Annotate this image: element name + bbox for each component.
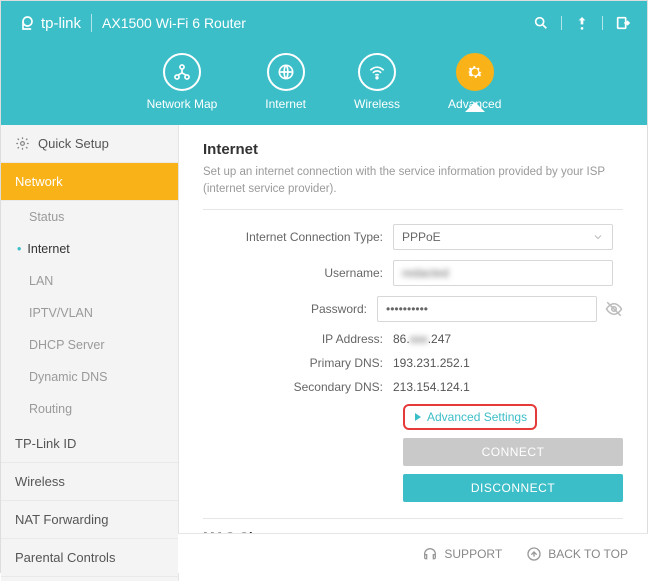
button-label: DISCONNECT — [471, 481, 555, 495]
label-username: Username: — [203, 266, 393, 280]
nav-tabs: Network Map Internet Wireless Advanced — [1, 45, 647, 125]
topbar: tp-link AX1500 Wi-Fi 6 Router — [1, 1, 647, 45]
label-primary-dns: Primary DNS: — [203, 356, 393, 370]
sidebar-item-label: TP-Link ID — [15, 436, 76, 451]
sidebar-subitem-status[interactable]: Status — [1, 201, 178, 233]
brand: tp-link — [17, 14, 81, 32]
label-connection-type: Internet Connection Type: — [203, 230, 393, 244]
label-ip: IP Address: — [203, 332, 393, 346]
arrow-up-circle-icon — [526, 546, 542, 562]
triangle-right-icon — [413, 412, 423, 422]
tab-label: Network Map — [147, 97, 218, 111]
tab-network-map[interactable]: Network Map — [147, 53, 218, 111]
support-link[interactable]: SUPPORT — [422, 546, 502, 562]
link-label: Advanced Settings — [427, 410, 527, 424]
sidebar-subitem-iptv[interactable]: IPTV/VLAN — [1, 297, 178, 329]
sidebar-item-label: Network — [15, 174, 63, 189]
update-icon[interactable] — [574, 15, 590, 31]
network-map-icon — [172, 62, 192, 82]
tab-advanced[interactable]: Advanced — [448, 53, 501, 111]
sidebar-subitem-lan[interactable]: LAN — [1, 265, 178, 297]
sidebar-item-wireless[interactable]: Wireless — [1, 463, 178, 501]
row-ip: IP Address: 86.xxx.247 — [203, 332, 623, 346]
sidebar-item-label: Wireless — [15, 474, 65, 489]
row-primary-dns: Primary DNS: 193.231.252.1 — [203, 356, 623, 370]
gear-icon — [465, 62, 485, 82]
brand-name: tp-link — [41, 15, 81, 32]
connect-button[interactable]: CONNECT — [403, 438, 623, 466]
value-ip: 86.xxx.247 — [393, 332, 623, 346]
globe-icon — [276, 62, 296, 82]
row-password: Password: — [203, 296, 623, 322]
row-secondary-dns: Secondary DNS: 213.154.124.1 — [203, 380, 623, 394]
tab-wireless[interactable]: Wireless — [354, 53, 400, 111]
row-username: Username: redacted — [203, 260, 623, 286]
headset-icon — [422, 546, 438, 562]
icon-separator — [561, 16, 562, 30]
footer-label: BACK TO TOP — [548, 547, 628, 561]
tab-label: Internet — [265, 97, 306, 111]
value-primary-dns: 193.231.252.1 — [393, 356, 623, 370]
chevron-down-icon — [592, 231, 604, 243]
brand-divider — [91, 14, 92, 32]
sidebar: Quick Setup Network Status Internet LAN … — [1, 125, 179, 581]
logout-icon[interactable] — [615, 15, 631, 31]
select-connection-type[interactable]: PPPoE — [393, 224, 613, 250]
tab-internet[interactable]: Internet — [265, 53, 306, 111]
label-password: Password: — [203, 302, 377, 316]
wifi-icon — [367, 62, 387, 82]
sidebar-item-tplinkid[interactable]: TP-Link ID — [1, 425, 178, 463]
footer: SUPPORT BACK TO TOP — [178, 533, 648, 573]
sidebar-item-label: NAT Forwarding — [15, 512, 108, 527]
input-value[interactable] — [386, 302, 588, 316]
main-content: Internet Set up an internet connection w… — [179, 125, 647, 581]
tab-label: Wireless — [354, 97, 400, 111]
input-password[interactable] — [377, 296, 597, 322]
header: tp-link AX1500 Wi-Fi 6 Router Network Ma… — [1, 1, 647, 125]
section-title: Internet — [203, 141, 623, 158]
sidebar-item-parental[interactable]: Parental Controls — [1, 539, 178, 577]
sidebar-subitem-dhcp[interactable]: DHCP Server — [1, 329, 178, 361]
sidebar-item-label: Quick Setup — [38, 136, 109, 151]
advanced-settings-link[interactable]: Advanced Settings — [403, 404, 537, 430]
sidebar-quick-setup[interactable]: Quick Setup — [1, 125, 178, 163]
sidebar-subitem-routing[interactable]: Routing — [1, 393, 178, 425]
sidebar-subitem-ddns[interactable]: Dynamic DNS — [1, 361, 178, 393]
gear-icon — [15, 136, 30, 151]
section-description: Set up an internet connection with the s… — [203, 164, 623, 210]
sidebar-item-qos[interactable]: QoS — [1, 577, 178, 581]
select-value: PPPoE — [402, 230, 441, 244]
label-secondary-dns: Secondary DNS: — [203, 380, 393, 394]
input-value: redacted — [402, 266, 449, 280]
toggle-password-icon[interactable] — [605, 300, 623, 318]
disconnect-button[interactable]: DISCONNECT — [403, 474, 623, 502]
icon-separator — [602, 16, 603, 30]
top-icons — [533, 15, 631, 31]
input-username[interactable]: redacted — [393, 260, 613, 286]
footer-label: SUPPORT — [444, 547, 502, 561]
active-tab-arrow — [465, 102, 485, 112]
sidebar-item-label: Parental Controls — [15, 550, 115, 565]
search-icon[interactable] — [533, 15, 549, 31]
body: Quick Setup Network Status Internet LAN … — [1, 125, 647, 581]
sidebar-item-network[interactable]: Network — [1, 163, 178, 201]
tplink-logo-icon — [17, 14, 35, 32]
sidebar-subitem-internet[interactable]: Internet — [1, 233, 178, 265]
row-connection-type: Internet Connection Type: PPPoE — [203, 224, 623, 250]
back-to-top-link[interactable]: BACK TO TOP — [526, 546, 628, 562]
value-secondary-dns: 213.154.124.1 — [393, 380, 623, 394]
button-label: CONNECT — [482, 445, 545, 459]
product-name: AX1500 Wi-Fi 6 Router — [102, 15, 246, 31]
sidebar-item-nat[interactable]: NAT Forwarding — [1, 501, 178, 539]
